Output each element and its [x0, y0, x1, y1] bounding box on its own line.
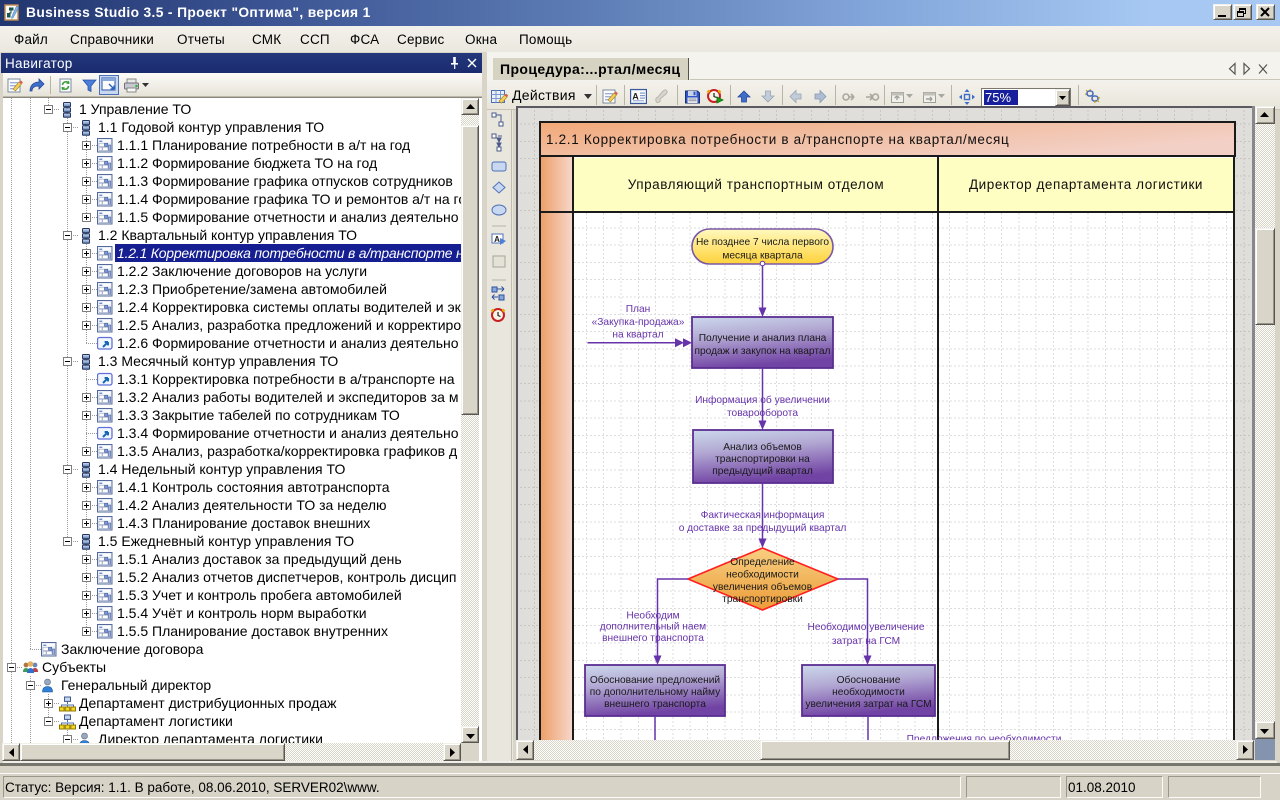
- svg-text:Анализ объемов: Анализ объемов: [723, 441, 802, 453]
- svg-text:транспортировки: транспортировки: [722, 594, 803, 605]
- svg-text:необходимости: необходимости: [832, 686, 905, 698]
- svg-text:Обоснование предложений: Обоснование предложений: [590, 674, 720, 686]
- svg-text:Управляющий транспортным отдел: Управляющий транспортным отделом: [628, 177, 885, 192]
- svg-text:Обоснование: Обоснование: [837, 674, 901, 686]
- svg-text:Директор департамента логистик: Директор департамента логистики: [969, 177, 1203, 192]
- svg-text:Получение и анализ плана: Получение и анализ плана: [699, 333, 827, 344]
- svg-text:по дополнительному найму: по дополнительному найму: [590, 687, 721, 698]
- svg-text:A: A: [494, 235, 500, 244]
- svg-text:внешнего транспорта: внешнего транспорта: [604, 699, 706, 710]
- svg-text:увеличения объемов: увеличения объемов: [713, 581, 812, 593]
- svg-text:необходимости: необходимости: [726, 569, 799, 581]
- svg-text:затрат на ГСМ: затрат на ГСМ: [832, 636, 900, 647]
- svg-text:Определение: Определение: [730, 557, 795, 568]
- svg-text:продаж и закупок на квартал: продаж и закупок на квартал: [694, 346, 830, 357]
- svg-text:внешнего транспорта: внешнего транспорта: [602, 633, 704, 644]
- svg-text:на квартал: на квартал: [612, 330, 663, 341]
- svg-text:предыдущий квартал: предыдущий квартал: [712, 466, 813, 477]
- svg-text:транспортировки на: транспортировки на: [715, 454, 810, 465]
- svg-text:План: План: [626, 304, 651, 315]
- svg-text:Необходим: Необходим: [626, 610, 679, 622]
- svg-text:дополнительный наем: дополнительный наем: [600, 622, 706, 633]
- svg-text:Необходимо увеличение: Необходимо увеличение: [807, 621, 924, 633]
- svg-text:увеличения затрат на ГСМ: увеличения затрат на ГСМ: [805, 699, 931, 710]
- svg-text:Предложения по необходимости: Предложения по необходимости: [907, 733, 1062, 740]
- svg-text:1.2.1 Корректировка потребност: 1.2.1 Корректировка потребности в а/тран…: [546, 132, 1009, 147]
- svg-text:«Закупка-продажа»: «Закупка-продажа»: [592, 317, 685, 328]
- svg-text:Не позднее 7 числа первого: Не позднее 7 числа первого: [696, 237, 829, 248]
- svg-text:месяца квартала: месяца квартала: [722, 251, 803, 262]
